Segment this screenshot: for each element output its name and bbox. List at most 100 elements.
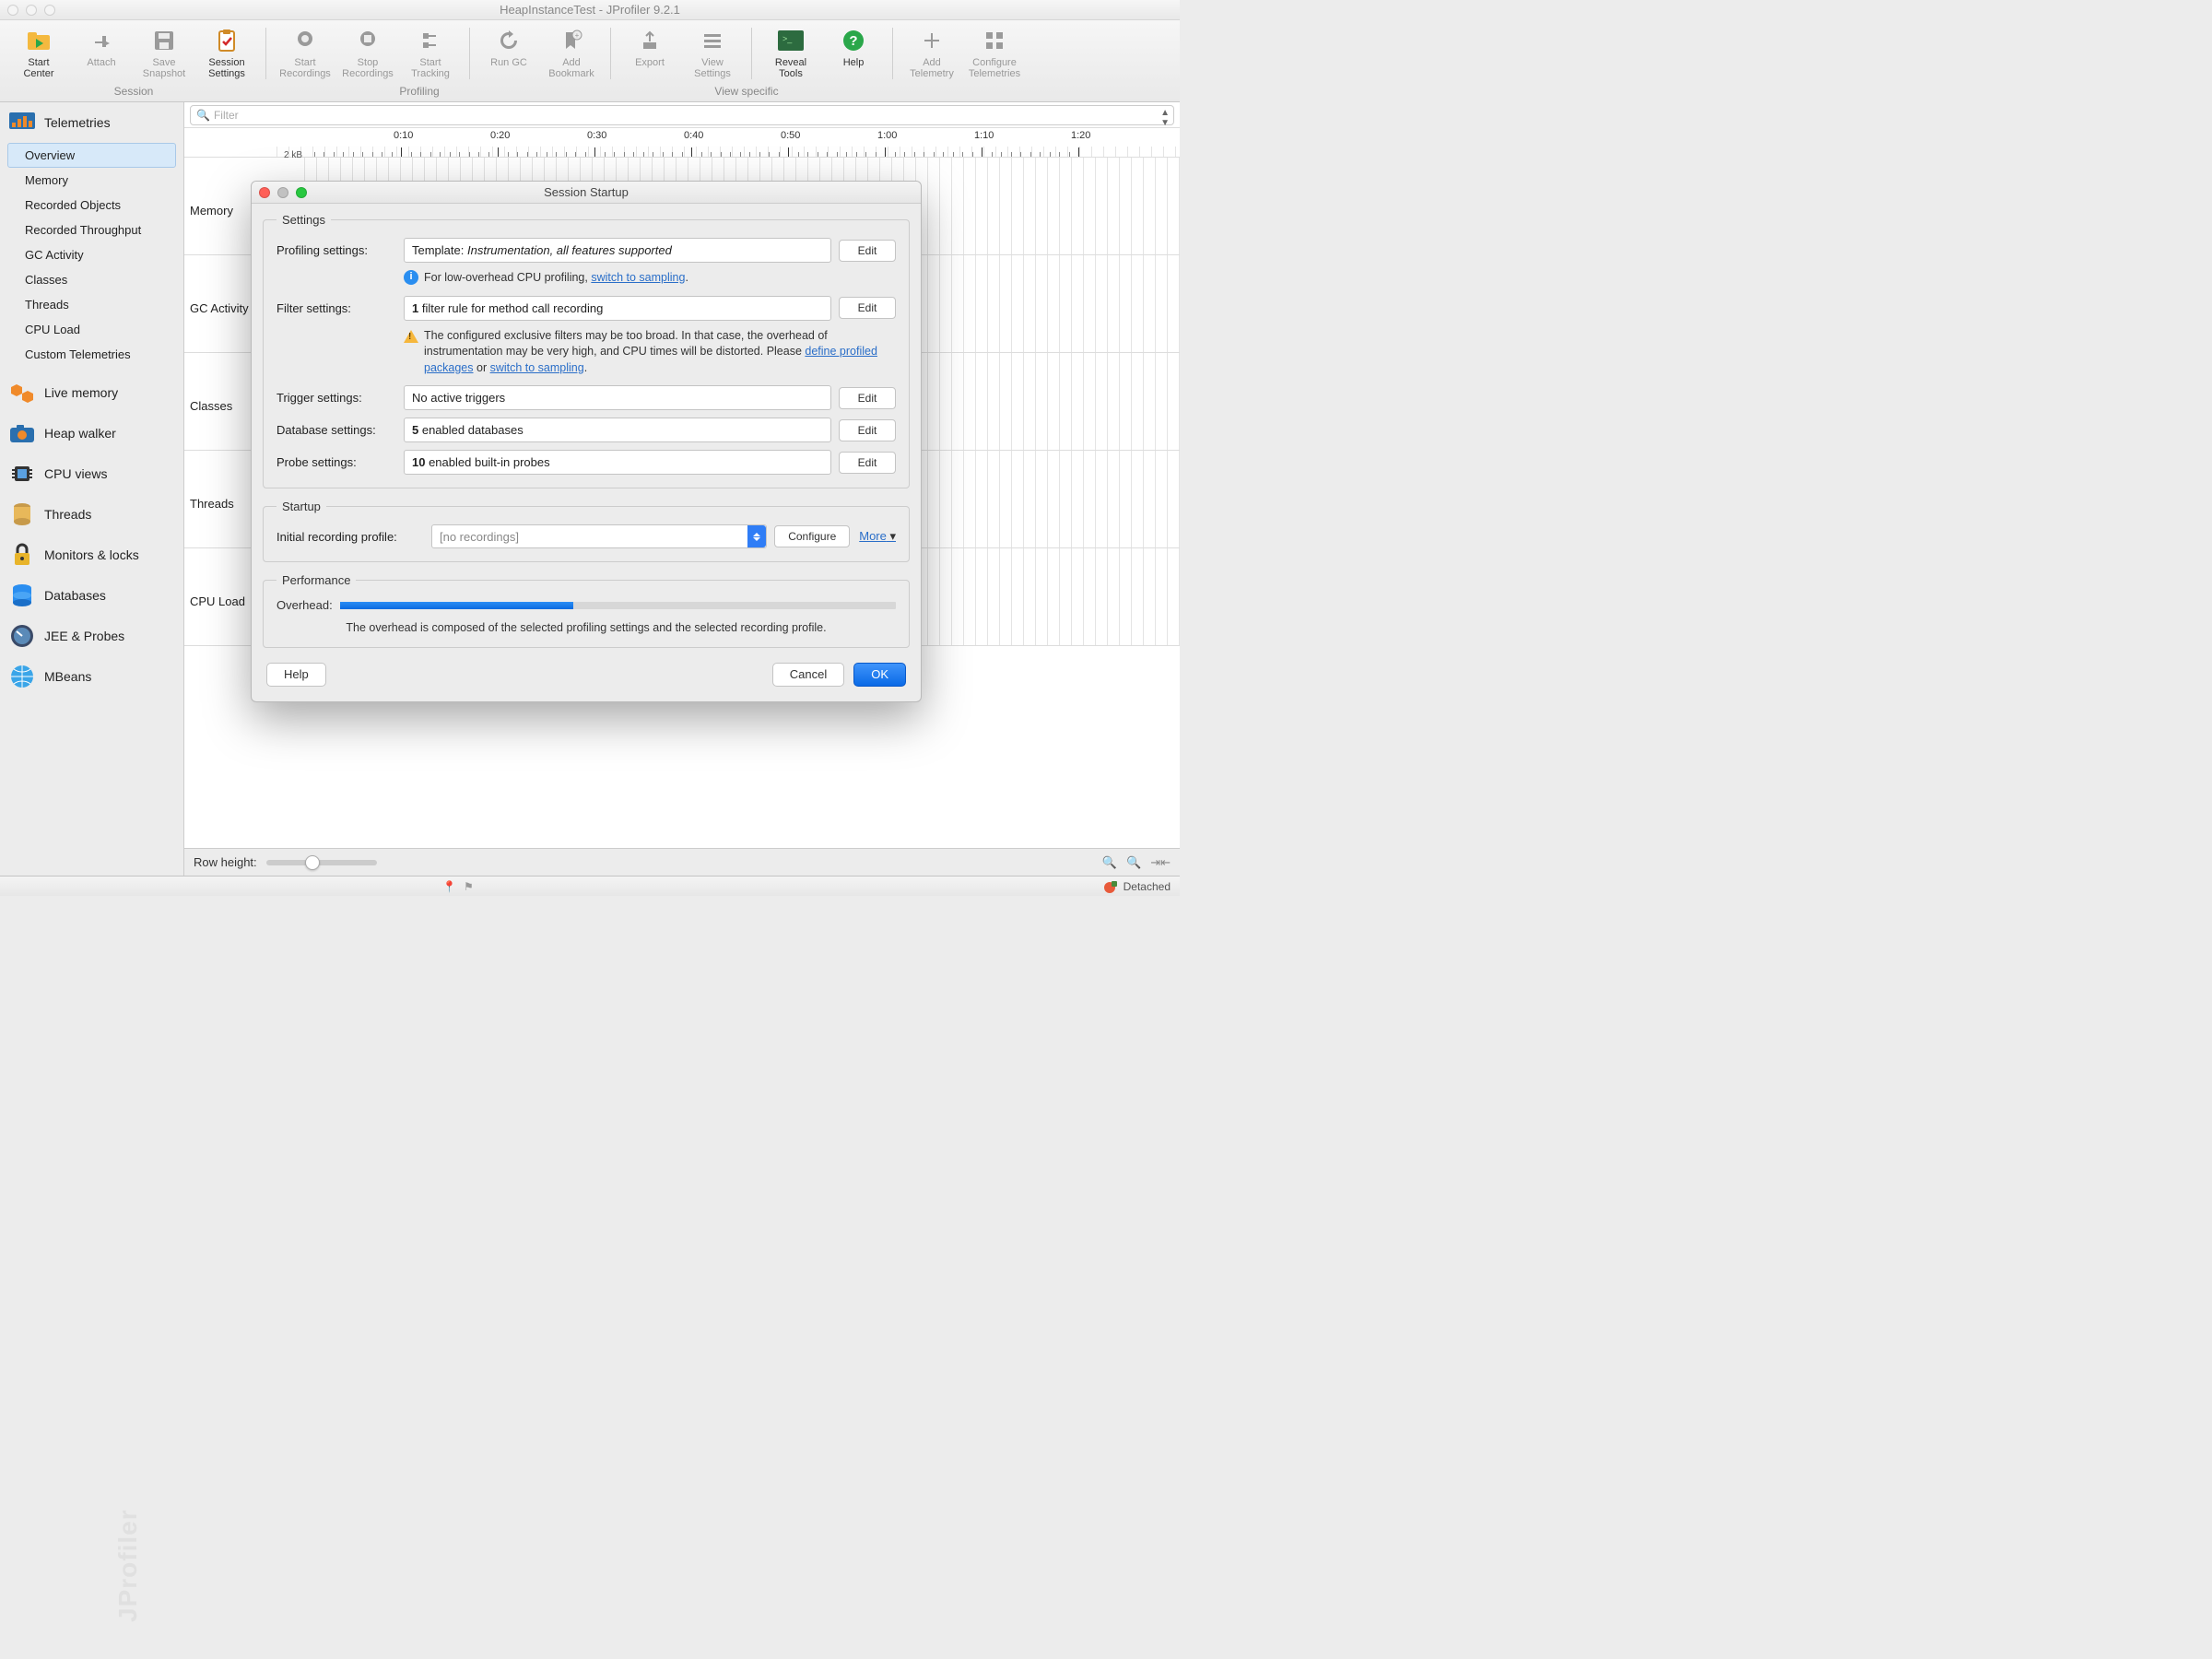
sidebar-section-cpu-views[interactable]: CPU views bbox=[0, 453, 183, 494]
sidebar-section-monitors-locks[interactable]: Monitors & locks bbox=[0, 535, 183, 575]
chevron-updown-icon[interactable]: ▲▼ bbox=[1160, 108, 1170, 128]
toolbar: Start Center Attach Save Snapshot Sessio… bbox=[0, 20, 1180, 102]
plug-icon bbox=[88, 28, 114, 53]
configure-telemetries-button[interactable]: Configure Telemetries bbox=[963, 24, 1026, 83]
sidebar-section-live-memory[interactable]: Live memory bbox=[0, 372, 183, 413]
session-settings-button[interactable]: Session Settings bbox=[195, 24, 258, 83]
window-title: HeapInstanceTest - JProfiler 9.2.1 bbox=[0, 3, 1180, 17]
tracking-icon bbox=[418, 28, 443, 53]
sidebar-section-databases[interactable]: Databases bbox=[0, 575, 183, 616]
status-detached: Detached bbox=[1124, 880, 1171, 893]
probe-settings-label: Probe settings: bbox=[276, 455, 404, 469]
sidebar-section-heap-walker[interactable]: Heap walker bbox=[0, 413, 183, 453]
floppy-icon bbox=[151, 28, 177, 53]
fit-icon[interactable]: ⇥⇤ bbox=[1150, 855, 1171, 870]
add-telemetry-button[interactable]: Add Telemetry bbox=[900, 24, 963, 83]
filter-settings-label: Filter settings: bbox=[276, 301, 404, 315]
cancel-button[interactable]: Cancel bbox=[772, 663, 844, 687]
initial-recording-select[interactable]: [no recordings] bbox=[431, 524, 767, 548]
detached-icon bbox=[1103, 879, 1118, 894]
start-recordings-button[interactable]: Start Recordings bbox=[274, 24, 336, 83]
lock-icon bbox=[9, 542, 35, 568]
sidebar-item-cpu-load[interactable]: CPU Load bbox=[7, 317, 176, 342]
dialog-title: Session Startup bbox=[252, 185, 921, 199]
trigger-edit-button[interactable]: Edit bbox=[839, 387, 896, 409]
sidebar-item-classes[interactable]: Classes bbox=[7, 267, 176, 292]
view-settings-button[interactable]: View Settings bbox=[681, 24, 744, 83]
add-bookmark-button[interactable]: +Add Bookmark bbox=[540, 24, 603, 83]
pin-icon[interactable]: 📍 bbox=[442, 880, 456, 893]
overhead-description: The overhead is composed of the selected… bbox=[276, 621, 896, 634]
svg-text:?: ? bbox=[849, 33, 857, 49]
filter-warning: The configured exclusive filters may be … bbox=[404, 328, 896, 377]
sidebar-item-memory[interactable]: Memory bbox=[7, 168, 176, 193]
telemetries-icon bbox=[9, 110, 35, 135]
telemetry-sublist: Overview Memory Recorded Objects Recorde… bbox=[7, 143, 176, 367]
ok-button[interactable]: OK bbox=[853, 663, 906, 687]
database-settings-label: Database settings: bbox=[276, 423, 404, 437]
bottom-bar: Row height: 🔍 🔍 ⇥⇤ bbox=[184, 848, 1180, 876]
zoom-in-icon[interactable]: 🔍 bbox=[1102, 855, 1117, 870]
cubes-icon bbox=[9, 380, 35, 406]
chip-icon bbox=[9, 461, 35, 487]
flag-icon[interactable]: ⚑ bbox=[464, 880, 474, 893]
sidebar: Telemetries Overview Memory Recorded Obj… bbox=[0, 102, 184, 876]
startup-fieldset: Startup Initial recording profile: [no r… bbox=[263, 500, 910, 562]
profiling-hint: i For low-overhead CPU profiling, switch… bbox=[404, 270, 896, 287]
sidebar-section-threads[interactable]: Threads bbox=[0, 494, 183, 535]
save-snapshot-button[interactable]: Save Snapshot bbox=[133, 24, 195, 83]
sidebar-section-jee-probes[interactable]: JEE & Probes bbox=[0, 616, 183, 656]
filter-edit-button[interactable]: Edit bbox=[839, 297, 896, 319]
database-settings-value: 5 enabled databases bbox=[404, 418, 831, 442]
row-height-slider[interactable] bbox=[266, 860, 377, 865]
profiling-edit-button[interactable]: Edit bbox=[839, 240, 896, 262]
toolbar-group-session: Session bbox=[0, 85, 267, 98]
plus-icon bbox=[919, 28, 945, 53]
spool-icon bbox=[9, 501, 35, 527]
database-icon bbox=[9, 582, 35, 608]
export-icon bbox=[637, 28, 663, 53]
status-bar: 📍 ⚑ Detached bbox=[0, 876, 1180, 896]
start-center-button[interactable]: Start Center bbox=[7, 24, 70, 83]
window-titlebar: HeapInstanceTest - JProfiler 9.2.1 bbox=[0, 0, 1180, 20]
performance-fieldset: Performance Overhead: The overhead is co… bbox=[263, 573, 910, 648]
trigger-settings-value: No active triggers bbox=[404, 385, 831, 410]
toolbar-group-view-specific: View specific bbox=[571, 85, 922, 98]
help-button[interactable]: ?Help bbox=[822, 24, 885, 83]
warning-icon bbox=[404, 330, 418, 343]
svg-text:>_: >_ bbox=[782, 34, 793, 43]
filter-bar: 🔍 Filter ▲▼ bbox=[184, 102, 1180, 128]
reveal-tools-button[interactable]: >_Reveal Tools bbox=[759, 24, 822, 83]
configure-button[interactable]: Configure bbox=[774, 525, 850, 547]
switch-to-sampling-link[interactable]: switch to sampling bbox=[591, 271, 685, 284]
start-tracking-button[interactable]: Start Tracking bbox=[399, 24, 462, 83]
globe-icon bbox=[9, 664, 35, 689]
switch-sampling-link-2[interactable]: switch to sampling bbox=[490, 361, 584, 374]
toolbar-group-profiling: Profiling bbox=[267, 85, 571, 98]
probe-edit-button[interactable]: Edit bbox=[839, 452, 896, 474]
attach-button[interactable]: Attach bbox=[70, 24, 133, 83]
dialog-help-button[interactable]: Help bbox=[266, 663, 326, 687]
sidebar-item-gc-activity[interactable]: GC Activity bbox=[7, 242, 176, 267]
stop-recordings-button[interactable]: Stop Recordings bbox=[336, 24, 399, 83]
run-gc-button[interactable]: Run GC bbox=[477, 24, 540, 83]
recycle-icon bbox=[496, 28, 522, 53]
filter-input[interactable]: 🔍 Filter ▲▼ bbox=[190, 105, 1174, 125]
sidebar-item-custom-telemetries[interactable]: Custom Telemetries bbox=[7, 342, 176, 367]
sidebar-item-overview[interactable]: Overview bbox=[7, 143, 176, 168]
sidebar-item-recorded-objects[interactable]: Recorded Objects bbox=[7, 193, 176, 218]
sidebar-section-mbeans[interactable]: MBeans bbox=[0, 656, 183, 697]
y-axis-label: 2 kB bbox=[284, 150, 302, 160]
svg-text:+: + bbox=[575, 31, 580, 40]
row-height-label: Row height: bbox=[194, 855, 257, 869]
overhead-label: Overhead: bbox=[276, 598, 333, 612]
sidebar-item-threads[interactable]: Threads bbox=[7, 292, 176, 317]
export-button[interactable]: Export bbox=[618, 24, 681, 83]
database-edit-button[interactable]: Edit bbox=[839, 419, 896, 441]
sidebar-item-recorded-throughput[interactable]: Recorded Throughput bbox=[7, 218, 176, 242]
zoom-out-icon[interactable]: 🔍 bbox=[1126, 855, 1141, 870]
more-link[interactable]: More bbox=[859, 529, 896, 544]
settings-fieldset: Settings Profiling settings: Template: I… bbox=[263, 213, 910, 488]
sidebar-section-telemetries[interactable]: Telemetries bbox=[0, 102, 183, 143]
sliders-icon bbox=[700, 28, 725, 53]
